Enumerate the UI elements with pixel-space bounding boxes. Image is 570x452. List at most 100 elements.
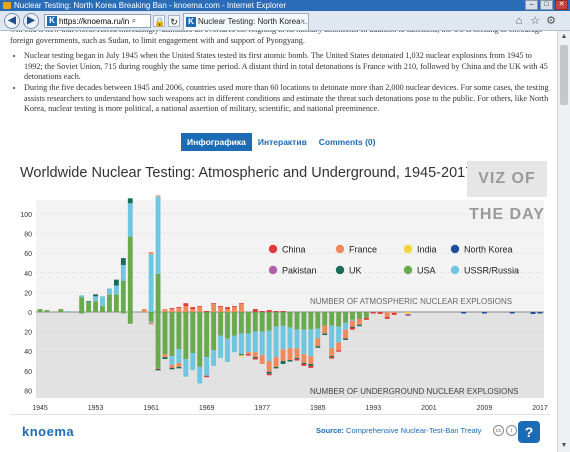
atmospheric-bar <box>232 307 237 312</box>
y-tick-label: 0 <box>28 310 32 317</box>
scrollbar-thumb[interactable] <box>560 45 568 105</box>
atmospheric-bar <box>232 306 237 308</box>
refresh-icon[interactable]: ↻ <box>168 15 180 27</box>
window-title: Nuclear Testing: North Korea Breaking Ba… <box>14 1 286 10</box>
atmospheric-bar <box>93 296 98 302</box>
home-icon[interactable]: ⌂ <box>512 14 526 28</box>
underground-bar <box>169 312 175 357</box>
underground-bar <box>405 312 411 314</box>
help-button[interactable]: ? <box>518 421 540 443</box>
underground-bar <box>461 312 467 314</box>
lock-icon[interactable]: 🔒 <box>153 15 165 27</box>
underground-bar <box>308 329 314 357</box>
atmospheric-bar <box>127 198 133 204</box>
atmospheric-bar <box>162 309 168 312</box>
underground-bar <box>287 348 293 361</box>
tab-favicon-icon: K <box>186 17 196 27</box>
underground-bar <box>266 373 272 376</box>
underground-bar <box>127 312 133 324</box>
atmospheric-bar <box>127 236 133 312</box>
underground-bar <box>308 356 314 364</box>
underground-bar <box>294 312 300 330</box>
y-tick-label: 40 <box>24 271 32 278</box>
browser-tab[interactable]: K Nuclear Testing: North Korea ... × <box>183 13 309 30</box>
atmospheric-bar <box>113 279 119 286</box>
underground-bar <box>357 324 362 327</box>
underground-bar <box>238 355 244 357</box>
underground-bar <box>169 356 175 365</box>
underground-bar <box>537 312 543 314</box>
underground-bar <box>162 312 168 355</box>
forward-button[interactable]: ▶ <box>23 13 39 29</box>
underground-bar <box>350 312 355 320</box>
underground-bar <box>169 367 175 370</box>
legend-swatch <box>268 244 278 254</box>
underground-bar <box>204 357 210 376</box>
atmospheric-bar <box>120 264 126 281</box>
close-button[interactable]: ✕ <box>555 0 568 10</box>
underground-bar <box>183 359 189 377</box>
atmospheric-bar <box>169 308 175 310</box>
underground-bar <box>266 371 272 374</box>
atmospheric-bar <box>44 310 50 312</box>
underground-bar <box>259 312 265 332</box>
underground-bar <box>252 331 258 353</box>
underground-bar <box>384 316 390 319</box>
underground-bar <box>370 312 376 314</box>
minimize-button[interactable]: – <box>525 0 538 10</box>
y-tick-label: 80 <box>24 232 32 239</box>
atmospheric-bar <box>183 306 189 312</box>
favorites-star-icon[interactable]: ☆ <box>528 14 542 28</box>
source-link[interactable]: Comprehensive Nuclear-Test-Ban Treaty <box>346 426 481 435</box>
atmospheric-bar <box>79 297 85 312</box>
address-input[interactable] <box>59 16 129 26</box>
underground-bar <box>266 361 272 372</box>
underground-bar <box>162 354 168 358</box>
underground-bar <box>336 342 342 351</box>
cc-license-icon: cc <box>493 425 504 436</box>
gear-icon[interactable]: ⚙ <box>544 14 558 28</box>
article-bullets: Nuclear testing began in July 1945 when … <box>10 51 550 115</box>
search-icon[interactable]: ⌕ <box>129 16 139 26</box>
atmospheric-bar <box>155 195 161 197</box>
maximize-button[interactable]: □ <box>540 0 553 10</box>
tab-comments[interactable]: Comments (0) <box>313 133 382 151</box>
underground-bar <box>176 362 182 367</box>
underground-bar <box>384 312 390 317</box>
scroll-down-icon[interactable]: ▼ <box>558 440 570 452</box>
x-tick-label: 1953 <box>88 405 104 412</box>
legend-swatch <box>335 244 345 254</box>
tab-close-icon[interactable]: × <box>300 14 305 30</box>
address-bar[interactable]: K ⌕ <box>44 14 151 28</box>
underground-bar <box>280 361 286 364</box>
underground-bar <box>308 365 314 368</box>
atmospheric-bar <box>100 306 105 312</box>
legend-swatch <box>403 244 413 254</box>
legend-swatch <box>450 244 460 254</box>
atmospheric-bar <box>197 307 203 312</box>
knoema-logo[interactable]: knoema <box>22 424 74 439</box>
tab-interactive[interactable]: Интерактив <box>252 133 313 151</box>
underground-bar <box>176 349 182 363</box>
atmospheric-bar <box>238 303 244 305</box>
underground-annotation: NUMBER OF UNDERGROUND NUCLEAR EXPLOSIONS <box>310 387 518 396</box>
underground-bar <box>343 312 348 323</box>
underground-bar <box>197 312 203 367</box>
atmospheric-bar <box>155 273 161 312</box>
x-tick-label: 2001 <box>421 405 437 412</box>
tab-infographic[interactable]: Инфографика <box>181 133 252 151</box>
underground-bar <box>363 317 369 320</box>
back-button[interactable]: ◀ <box>4 13 20 29</box>
underground-bar <box>218 312 223 336</box>
legend-label: USSR/Russia <box>464 266 519 276</box>
underground-bar <box>225 338 230 362</box>
underground-bar <box>336 312 342 327</box>
scroll-up-icon[interactable]: ▲ <box>558 31 570 43</box>
atmospheric-bar <box>107 288 112 295</box>
atmospheric-bar <box>141 309 147 312</box>
vertical-scrollbar[interactable]: ▲ ▼ <box>557 31 570 452</box>
atmospheric-bar <box>252 309 258 312</box>
underground-bar <box>155 368 161 371</box>
underground-bar <box>245 354 251 356</box>
x-tick-label: 1961 <box>143 405 159 412</box>
